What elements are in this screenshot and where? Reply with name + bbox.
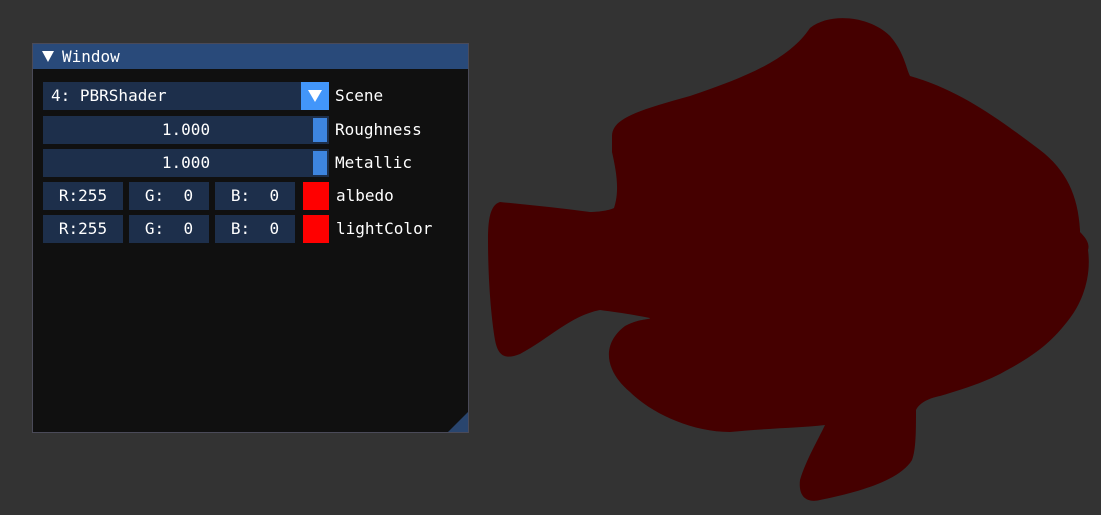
scene-combo[interactable]: 4: PBRShader — [43, 82, 329, 110]
roughness-value: 1.000 — [161, 120, 211, 139]
albedo-row: R:255 G: 0 B: 0 albedo — [43, 182, 463, 210]
resize-grip-icon[interactable] — [448, 412, 468, 432]
lightcolor-row: R:255 G: 0 B: 0 lightColor — [43, 215, 463, 243]
albedo-g-field[interactable]: G: 0 — [129, 182, 209, 210]
albedo-b-value: B: 0 — [230, 186, 280, 205]
albedo-g-value: G: 0 — [144, 186, 194, 205]
chevron-down-icon — [308, 90, 322, 102]
roughness-slider[interactable]: 1.000 — [43, 116, 329, 144]
window-title: Window — [62, 47, 120, 66]
lightcolor-b-field[interactable]: B: 0 — [215, 215, 295, 243]
scene-label: Scene — [335, 86, 384, 105]
lightcolor-b-value: B: 0 — [230, 219, 280, 238]
lightcolor-label: lightColor — [336, 219, 433, 238]
imgui-window[interactable]: Window 4: PBRShader Scene 1.000 Roughnes… — [32, 43, 469, 433]
lightcolor-r-field[interactable]: R:255 — [43, 215, 123, 243]
albedo-b-field[interactable]: B: 0 — [215, 182, 295, 210]
albedo-r-value: R:255 — [58, 186, 108, 205]
metallic-row: 1.000 Metallic — [43, 149, 463, 177]
lightcolor-g-value: G: 0 — [144, 219, 194, 238]
albedo-r-field[interactable]: R:255 — [43, 182, 123, 210]
metallic-slider[interactable]: 1.000 — [43, 149, 329, 177]
lightcolor-g-field[interactable]: G: 0 — [129, 215, 209, 243]
lightcolor-color-swatch[interactable] — [303, 215, 329, 243]
lightcolor-r-value: R:255 — [58, 219, 108, 238]
albedo-label: albedo — [336, 186, 394, 205]
metallic-label: Metallic — [335, 153, 413, 172]
fish-body — [488, 18, 1089, 501]
window-titlebar[interactable]: Window — [33, 44, 468, 69]
collapse-arrow-icon[interactable] — [42, 51, 54, 62]
scene-combo-value: 4: PBRShader — [51, 86, 167, 105]
metallic-value: 1.000 — [161, 153, 211, 172]
metallic-slider-handle[interactable] — [313, 151, 327, 175]
scene-row: 4: PBRShader Scene — [43, 82, 463, 110]
roughness-row: 1.000 Roughness — [43, 116, 463, 144]
roughness-label: Roughness — [335, 120, 422, 139]
scene-combo-button[interactable] — [301, 82, 329, 110]
roughness-slider-handle[interactable] — [313, 118, 327, 142]
albedo-color-swatch[interactable] — [303, 182, 329, 210]
